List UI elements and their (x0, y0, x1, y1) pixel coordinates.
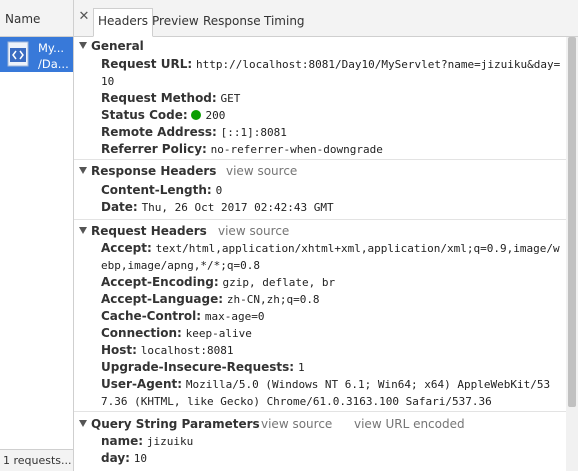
request-row: Cache-Control: max-age=0 (101, 308, 561, 325)
row-value: [::1]:8081 (220, 126, 287, 139)
view-source-link[interactable]: view source (261, 416, 332, 432)
tab-headers[interactable]: Headers (93, 8, 153, 37)
row-value: zh-CN,zh;q=0.8 (226, 293, 320, 306)
status-bar-summary: 1 requests... (0, 449, 73, 471)
detail-tab-bar: ✕ Headers Preview Response Timing (74, 0, 578, 37)
query-params-section: Query String Parameters view source view… (74, 414, 566, 471)
request-row: Accept: text/html,application/xhtml+xml,… (101, 240, 561, 274)
document-icon (7, 41, 29, 67)
request-row: User-Agent: Mozilla/5.0 (Windows NT 6.1;… (101, 376, 561, 410)
triangle-down-icon (79, 167, 87, 174)
request-headers-header[interactable]: Request Headers view source (79, 223, 559, 239)
request-row-selected[interactable]: My... /Da... (0, 37, 73, 72)
general-section: General Request URL: http://localhost:80… (74, 37, 566, 160)
row-key: Status Code: (101, 108, 188, 122)
request-name-line1: My... (38, 41, 65, 55)
vertical-scrollbar[interactable] (566, 37, 578, 471)
request-row: Accept-Language: zh-CN,zh;q=0.8 (101, 291, 561, 308)
query-params-header[interactable]: Query String Parameters view source view… (79, 416, 559, 432)
tab-response[interactable]: Response (199, 9, 265, 35)
row-key: Accept: (101, 241, 152, 255)
triangle-down-icon (79, 227, 87, 234)
triangle-down-icon (79, 42, 87, 49)
query-row: day: 10 (101, 450, 561, 467)
tab-preview[interactable]: Preview (148, 9, 203, 35)
row-key: Connection: (101, 326, 182, 340)
request-row: Host: localhost:8081 (101, 342, 561, 359)
request-list-panel: Name My... /Da... 1 requests... (0, 0, 74, 471)
row-value: Thu, 26 Oct 2017 02:42:43 GMT (141, 201, 334, 214)
request-name-line2: /Da... (38, 57, 69, 71)
row-value: text/html,application/xhtml+xml,applicat… (101, 242, 560, 272)
scrollbar-thumb[interactable] (568, 37, 576, 407)
row-key: Accept-Encoding: (101, 275, 219, 289)
row-key: day: (101, 451, 130, 465)
row-key: name: (101, 434, 144, 448)
view-source-link[interactable]: view source (218, 223, 289, 239)
row-value: keep-alive (185, 327, 252, 340)
response-headers-title: Response Headers (91, 164, 217, 178)
row-key: Content-Length: (101, 183, 212, 197)
response-row: Date: Thu, 26 Oct 2017 02:42:43 GMT (101, 199, 561, 216)
view-source-link[interactable]: view source (226, 163, 297, 179)
general-row-referrer: Referrer Policy: no-referrer-when-downgr… (101, 141, 561, 158)
row-value: GET (220, 92, 241, 105)
general-row-status: Status Code: 200 (101, 107, 561, 124)
row-key: Upgrade-Insecure-Requests: (101, 360, 295, 374)
general-row-method: Request Method: GET (101, 90, 561, 107)
status-dot-icon (191, 110, 202, 120)
row-value: localhost:8081 (140, 344, 234, 357)
name-column-header[interactable]: Name (0, 0, 73, 37)
row-key: Accept-Language: (101, 292, 224, 306)
row-value: 200 (205, 109, 226, 122)
row-value: no-referrer-when-downgrade (210, 143, 383, 156)
row-value: 1 (297, 361, 305, 374)
request-headers-section: Request Headers view source Accept: text… (74, 222, 566, 412)
row-key: Remote Address: (101, 125, 217, 139)
row-key: Host: (101, 343, 137, 357)
row-key: Request Method: (101, 91, 217, 105)
general-row-remote: Remote Address: [::1]:8081 (101, 124, 561, 141)
row-key: Date: (101, 200, 138, 214)
tab-timing[interactable]: Timing (260, 9, 309, 35)
row-key: User-Agent: (101, 377, 183, 391)
general-row-url: Request URL: http://localhost:8081/Day10… (101, 56, 561, 90)
request-headers-title: Request Headers (91, 224, 207, 238)
row-value: max-age=0 (204, 310, 265, 323)
row-value: jizuiku (146, 435, 194, 448)
query-row: name: jizuiku (101, 433, 561, 450)
triangle-down-icon (79, 420, 87, 427)
close-icon[interactable]: ✕ (77, 10, 91, 24)
response-headers-header[interactable]: Response Headers view source (79, 163, 559, 179)
response-headers-section: Response Headers view source Content-Len… (74, 162, 566, 220)
row-key: Referrer Policy: (101, 142, 207, 156)
headers-pane: General Request URL: http://localhost:80… (74, 37, 566, 471)
request-row: Connection: keep-alive (101, 325, 561, 342)
row-value: 0 (215, 184, 223, 197)
request-row: Upgrade-Insecure-Requests: 1 (101, 359, 561, 376)
general-header[interactable]: General (79, 38, 144, 54)
request-row: Accept-Encoding: gzip, deflate, br (101, 274, 561, 291)
response-row: Content-Length: 0 (101, 182, 561, 199)
row-value: gzip, deflate, br (222, 276, 336, 289)
view-url-encoded-link[interactable]: view URL encoded (354, 416, 465, 432)
row-key: Request URL: (101, 57, 193, 71)
row-key: Cache-Control: (101, 309, 202, 323)
query-params-title: Query String Parameters (91, 417, 260, 431)
general-title: General (91, 39, 144, 53)
row-value: 10 (133, 452, 148, 465)
request-name: My... /Da... (38, 40, 69, 72)
